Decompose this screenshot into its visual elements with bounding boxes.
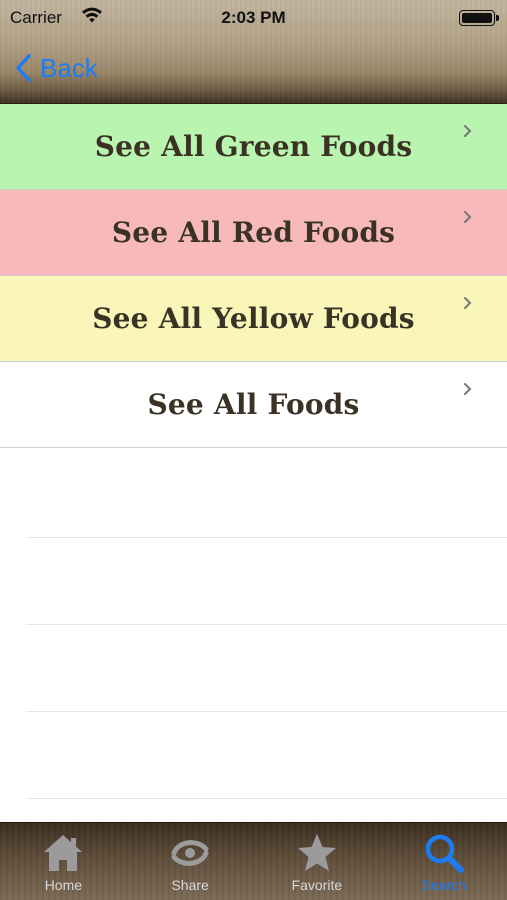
chevron-right-icon bbox=[464, 211, 472, 223]
chevron-right-icon bbox=[464, 383, 472, 395]
empty-row-separator bbox=[26, 798, 507, 799]
empty-row-separator bbox=[26, 537, 507, 538]
list-item-label: See All Red Foods bbox=[111, 216, 396, 249]
star-icon bbox=[297, 834, 336, 871]
empty-row-separator bbox=[26, 624, 507, 625]
list-item-label: See All Yellow Foods bbox=[92, 302, 415, 335]
chevron-right-icon bbox=[464, 297, 472, 309]
list-item-label: See All Green Foods bbox=[94, 130, 413, 163]
tab-favorite[interactable]: Favorite bbox=[254, 823, 381, 900]
chevron-right-icon bbox=[464, 125, 472, 137]
list-item-green-foods[interactable]: See All Green Foods bbox=[0, 104, 507, 190]
status-bar: Carrier 2:03 PM bbox=[0, 0, 507, 36]
list-item-label: See All Foods bbox=[147, 388, 360, 421]
home-icon bbox=[44, 835, 83, 871]
battery-icon bbox=[459, 10, 499, 26]
tab-home[interactable]: Home bbox=[0, 823, 127, 900]
search-icon bbox=[425, 834, 464, 873]
tab-search[interactable]: Search bbox=[380, 823, 507, 900]
tab-label: Home bbox=[44, 877, 83, 893]
tab-share[interactable]: Share bbox=[127, 823, 254, 900]
back-label: Back bbox=[40, 52, 98, 83]
tab-label: Share bbox=[171, 877, 209, 893]
list-item-all-foods[interactable]: See All Foods bbox=[0, 362, 507, 448]
header: Carrier 2:03 PM Back bbox=[0, 0, 507, 104]
back-button[interactable]: Back bbox=[14, 50, 98, 86]
tab-bar: Home Share Favorite Search bbox=[0, 822, 507, 900]
share-icon bbox=[171, 840, 209, 866]
list-item-red-foods[interactable]: See All Red Foods bbox=[0, 190, 507, 276]
status-time: 2:03 PM bbox=[221, 8, 286, 27]
tab-label: Search bbox=[421, 877, 466, 893]
food-list: See All Green Foods See All Red Foods Se… bbox=[0, 104, 507, 448]
list-item-yellow-foods[interactable]: See All Yellow Foods bbox=[0, 276, 507, 362]
empty-row-separator bbox=[26, 711, 507, 712]
chevron-left-icon bbox=[16, 54, 31, 82]
tab-label: Favorite bbox=[291, 877, 343, 893]
